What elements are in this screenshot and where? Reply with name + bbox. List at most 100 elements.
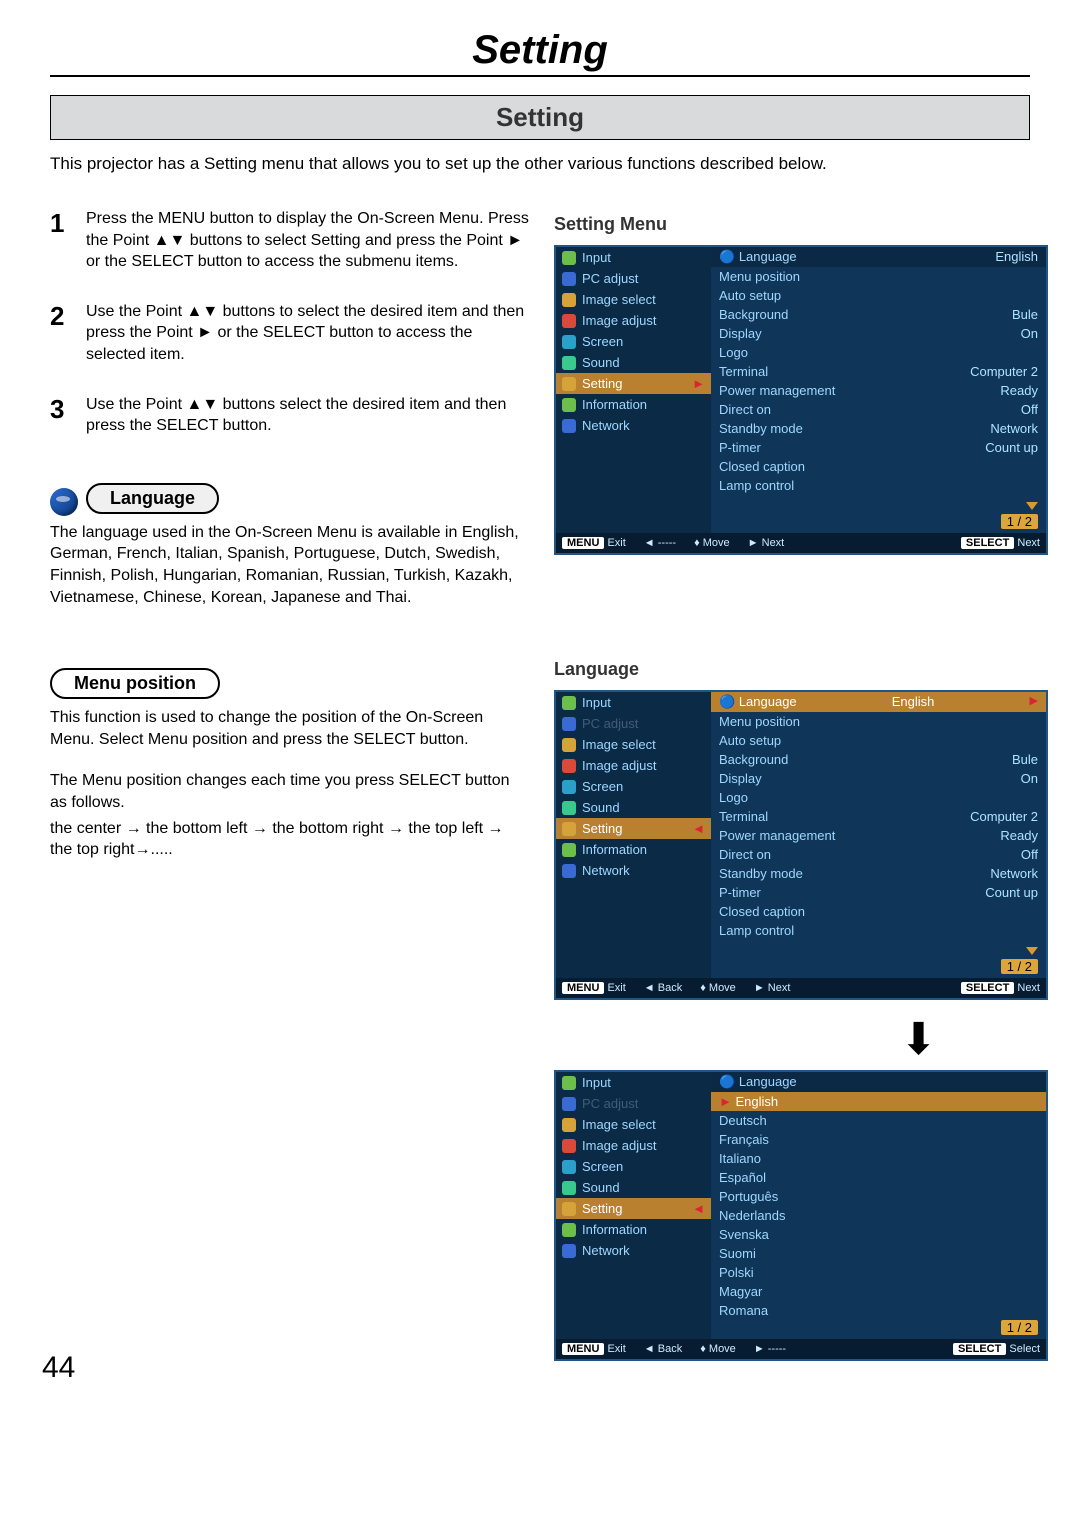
language-option-português[interactable]: Português — [711, 1187, 1046, 1206]
menu-position-body-2: The Menu position changes each time you … — [50, 770, 530, 813]
sidebar-item-label: Setting — [582, 1201, 622, 1216]
footer-next2: Next — [1017, 982, 1040, 994]
setting-value: Ready — [1000, 383, 1038, 398]
menu-item-icon — [562, 717, 576, 731]
setting-row-auto-setup[interactable]: Auto setup — [711, 286, 1046, 305]
sidebar-item-screen[interactable]: Screen — [556, 331, 711, 352]
sidebar-item-information[interactable]: Information — [556, 394, 711, 415]
language-option-deutsch[interactable]: Deutsch — [711, 1111, 1046, 1130]
sidebar-item-information[interactable]: Information — [556, 839, 711, 860]
language-option-magyar[interactable]: Magyar — [711, 1282, 1046, 1301]
sidebar-item-image-adjust[interactable]: Image adjust — [556, 755, 711, 776]
setting-row-closed-caption[interactable]: Closed caption — [711, 457, 1046, 476]
sidebar-item-pc-adjust[interactable]: PC adjust — [556, 1093, 711, 1114]
setting-row-closed-caption[interactable]: Closed caption — [711, 902, 1046, 921]
sidebar-item-image-select[interactable]: Image select — [556, 289, 711, 310]
section-heading: Setting — [50, 95, 1030, 140]
language-option-svenska[interactable]: Svenska — [711, 1225, 1046, 1244]
sidebar-item-network[interactable]: Network — [556, 860, 711, 881]
setting-row-p-timer[interactable]: P-timerCount up — [711, 438, 1046, 457]
setting-row-logo[interactable]: Logo — [711, 343, 1046, 362]
sidebar-item-sound[interactable]: Sound — [556, 1177, 711, 1198]
setting-label: Lamp control — [719, 478, 794, 493]
menu-position-body-1: This function is used to change the posi… — [50, 707, 530, 750]
sidebar-item-input[interactable]: Input — [556, 247, 711, 268]
setting-row-power-management[interactable]: Power managementReady — [711, 826, 1046, 845]
setting-row-lamp-control[interactable]: Lamp control — [711, 476, 1046, 495]
sidebar-item-label: PC adjust — [582, 716, 638, 731]
language-heading: Language — [50, 483, 530, 522]
page-title: Setting — [50, 28, 1030, 75]
language-option-romana[interactable]: Romana — [711, 1301, 1046, 1320]
sidebar-item-input[interactable]: Input — [556, 1072, 711, 1093]
sidebar-item-network[interactable]: Network — [556, 1240, 711, 1261]
language-option-suomi[interactable]: Suomi — [711, 1244, 1046, 1263]
setting-row-p-timer[interactable]: P-timerCount up — [711, 883, 1046, 902]
setting-value: Computer 2 — [970, 809, 1038, 824]
setting-label: Logo — [719, 790, 748, 805]
sidebar-item-input[interactable]: Input — [556, 692, 711, 713]
sidebar-item-network[interactable]: Network — [556, 415, 711, 436]
sidebar-item-setting[interactable]: Setting► — [556, 373, 711, 394]
footer-back: Back — [658, 982, 682, 994]
sidebar-item-image-adjust[interactable]: Image adjust — [556, 310, 711, 331]
setting-row-standby-mode[interactable]: Standby modeNetwork — [711, 864, 1046, 883]
sidebar-item-label: Sound — [582, 800, 620, 815]
language-option-nederlands[interactable]: Nederlands — [711, 1206, 1046, 1225]
setting-row-display[interactable]: DisplayOn — [711, 769, 1046, 788]
step-3: 3 Use the Point ▲▼ buttons select the de… — [50, 394, 530, 437]
sidebar-item-image-select[interactable]: Image select — [556, 1114, 711, 1135]
setting-row-standby-mode[interactable]: Standby modeNetwork — [711, 419, 1046, 438]
sidebar-item-sound[interactable]: Sound — [556, 352, 711, 373]
panel-header-val: English — [892, 694, 935, 710]
sidebar-item-setting[interactable]: Setting◄ — [556, 818, 711, 839]
setting-row-terminal[interactable]: TerminalComputer 2 — [711, 807, 1046, 826]
footer-move: Move — [709, 1343, 736, 1355]
setting-row-direct-on[interactable]: Direct onOff — [711, 845, 1046, 864]
setting-row-terminal[interactable]: TerminalComputer 2 — [711, 362, 1046, 381]
setting-label: Terminal — [719, 364, 768, 379]
setting-row-auto-setup[interactable]: Auto setup — [711, 731, 1046, 750]
setting-row-background[interactable]: BackgroundBule — [711, 305, 1046, 324]
language-option-english[interactable]: ► English — [711, 1092, 1046, 1111]
setting-row-display[interactable]: DisplayOn — [711, 324, 1046, 343]
menu-item-icon — [562, 398, 576, 412]
sidebar-item-pc-adjust[interactable]: PC adjust — [556, 713, 711, 734]
page-indicator: 1 / 2 — [1001, 959, 1038, 974]
sidebar-item-screen[interactable]: Screen — [556, 1156, 711, 1177]
step-2: 2 Use the Point ▲▼ buttons to select the… — [50, 301, 530, 366]
osd-panel: 🔵 LanguageEnglish Menu positionAuto setu… — [711, 247, 1046, 533]
setting-row-logo[interactable]: Logo — [711, 788, 1046, 807]
setting-row-lamp-control[interactable]: Lamp control — [711, 921, 1046, 940]
setting-row-background[interactable]: BackgroundBule — [711, 750, 1046, 769]
language-option-français[interactable]: Français — [711, 1130, 1046, 1149]
language-heading-right: Language — [554, 659, 1048, 680]
setting-label: Menu position — [719, 714, 800, 729]
sidebar-item-pc-adjust[interactable]: PC adjust — [556, 268, 711, 289]
sidebar-item-setting[interactable]: Setting◄ — [556, 1198, 711, 1219]
menu-item-icon — [562, 801, 576, 815]
language-option-español[interactable]: Español — [711, 1168, 1046, 1187]
panel-header: Language — [739, 249, 797, 264]
language-option-italiano[interactable]: Italiano — [711, 1149, 1046, 1168]
menu-item-icon — [562, 419, 576, 433]
setting-row-menu-position[interactable]: Menu position — [711, 267, 1046, 286]
osd-sidebar: InputPC adjustImage select Image adjust Sc… — [556, 247, 711, 533]
sidebar-item-image-adjust[interactable]: Image adjust — [556, 1135, 711, 1156]
language-option-polski[interactable]: Polski — [711, 1263, 1046, 1282]
sidebar-item-image-select[interactable]: Image select — [556, 734, 711, 755]
setting-row-menu-position[interactable]: Menu position — [711, 712, 1046, 731]
setting-label: Direct on — [719, 847, 771, 862]
sidebar-item-label: Information — [582, 1222, 647, 1237]
sidebar-item-sound[interactable]: Sound — [556, 797, 711, 818]
sidebar-item-label: Screen — [582, 779, 623, 794]
footer-back: Back — [658, 1343, 682, 1355]
setting-row-power-management[interactable]: Power managementReady — [711, 381, 1046, 400]
sidebar-item-screen[interactable]: Screen — [556, 776, 711, 797]
setting-label: Closed caption — [719, 904, 805, 919]
osd-panel: 🔵 Language ► English Deutsch Français It… — [711, 1072, 1046, 1339]
sidebar-item-information[interactable]: Information — [556, 1219, 711, 1240]
setting-row-direct-on[interactable]: Direct onOff — [711, 400, 1046, 419]
sidebar-item-label: Image adjust — [582, 313, 656, 328]
sidebar-item-label: Setting — [582, 376, 622, 391]
